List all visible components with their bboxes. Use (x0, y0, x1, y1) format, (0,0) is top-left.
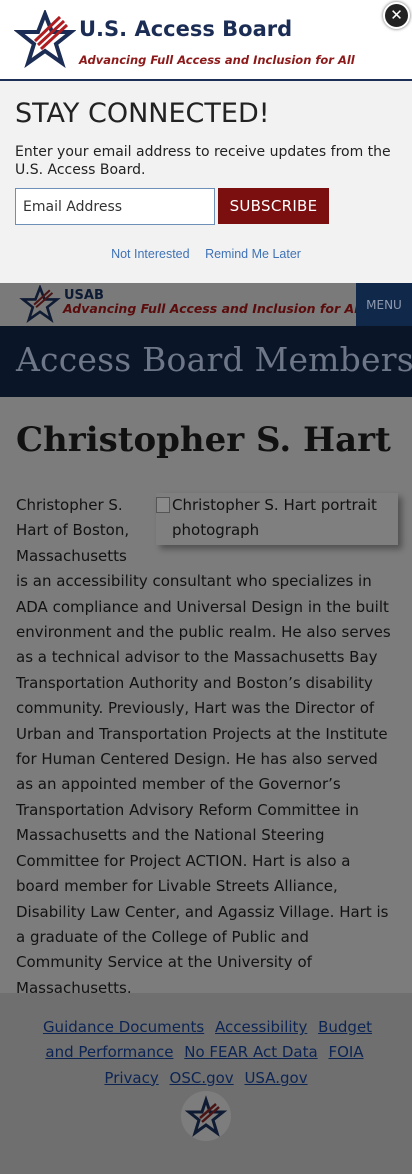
footer-link-usa[interactable]: USA.gov (244, 1069, 307, 1087)
portrait-alt-text: Christopher S. Hart portrait photograph (172, 496, 377, 540)
brand-tagline: Advancing Full Access and Inclusion for … (79, 53, 355, 67)
member-portrait-image: Christopher S. Hart portrait photograph (156, 493, 398, 545)
modal-description: Enter your email address to receive upda… (15, 144, 391, 178)
footer-link-nofear[interactable]: No FEAR Act Data (184, 1043, 317, 1061)
footer-links: Guidance Documents Accessibility Budget … (30, 1015, 382, 1091)
not-interested-link[interactable]: Not Interested (111, 247, 190, 261)
footer-link-osc[interactable]: OSC.gov (170, 1069, 234, 1087)
member-bio: Christopher S. Hart portrait photograph … (16, 493, 398, 1001)
email-input[interactable] (15, 188, 215, 225)
modal-brand-bar: U.S. Access Board Advancing Full Access … (0, 0, 412, 81)
page-title: Access Board Members (16, 340, 412, 379)
page-banner: Access Board Members (0, 326, 412, 397)
footer-link-privacy[interactable]: Privacy (104, 1069, 158, 1087)
subscribe-button[interactable]: SUBSCRIBE (218, 188, 329, 224)
brand-name: U.S. Access Board (79, 17, 293, 41)
modal-secondary-links: Not Interested Remind Me Later (0, 247, 412, 261)
footer-star-icon (184, 1095, 228, 1137)
site-footer: Guidance Documents Accessibility Budget … (0, 993, 412, 1174)
menu-button[interactable]: MENU (356, 283, 412, 326)
usab-star-logo-icon[interactable] (18, 285, 62, 323)
remind-later-link[interactable]: Remind Me Later (205, 247, 301, 261)
newsletter-modal: U.S. Access Board Advancing Full Access … (0, 0, 412, 283)
bio-text: Christopher S. Hart of Boston, Massachus… (16, 496, 391, 997)
broken-image-icon (156, 497, 170, 513)
site-header: USAB Advancing Full Access and Inclusion… (0, 283, 412, 326)
modal-title: STAY CONNECTED! (15, 98, 270, 129)
footer-logo[interactable] (181, 1091, 231, 1141)
footer-link-foia[interactable]: FOIA (328, 1043, 363, 1061)
close-icon[interactable]: ✕ (383, 2, 410, 29)
footer-link-guidance[interactable]: Guidance Documents (43, 1018, 204, 1036)
site-tagline: Advancing Full Access and Inclusion for … (63, 301, 363, 316)
member-name-heading: Christopher S. Hart (16, 420, 391, 460)
footer-link-accessibility[interactable]: Accessibility (215, 1018, 307, 1036)
access-board-star-logo-icon (14, 10, 76, 68)
